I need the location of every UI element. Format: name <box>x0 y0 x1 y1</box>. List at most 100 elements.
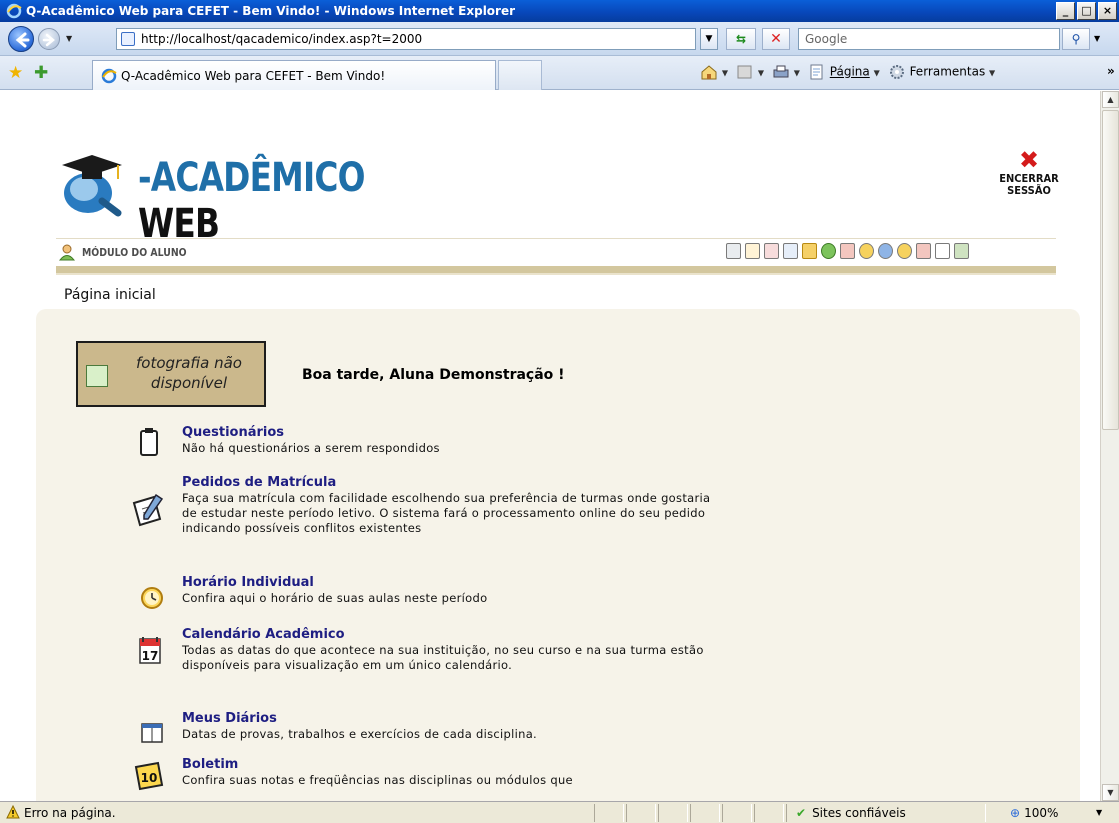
feeds-button[interactable]: ▼ <box>736 64 764 80</box>
tab-active[interactable]: Q-Acadêmico Web para CEFET - Bem Vindo! <box>92 60 496 90</box>
item-title[interactable]: Meus Diários <box>182 711 277 726</box>
header-divider-light <box>56 273 1056 275</box>
tools-icon[interactable] <box>954 243 969 259</box>
note-icon[interactable] <box>935 243 950 259</box>
item-title[interactable]: Questionários <box>182 425 284 440</box>
title-bar: Q-Acadêmico Web para CEFET - Bem Vindo! … <box>0 0 1119 22</box>
item-description: Não há questionários a serem respondidos <box>182 441 440 455</box>
status-segment <box>658 804 688 822</box>
security-zone-label: Sites confiáveis <box>812 806 906 820</box>
breadcrumb: Página inicial <box>64 287 156 303</box>
search-input[interactable]: Google <box>798 28 1060 50</box>
security-zone[interactable]: ✔ Sites confiáveis <box>796 806 906 820</box>
logout-button[interactable]: ✖ ENCERRAR SESSÃO <box>985 147 1073 217</box>
home-button[interactable]: ▼ <box>700 64 728 80</box>
module-bar: MÓDULO DO ALUNO <box>56 238 1056 264</box>
zoom-control[interactable]: ⊕ 100% <box>1010 806 1058 820</box>
status-message: Erro na página. <box>24 806 116 820</box>
minimize-button[interactable]: _ <box>1056 2 1075 20</box>
page-menu[interactable]: Página ▼ <box>808 64 880 80</box>
matricula-icon[interactable] <box>783 243 798 259</box>
refresh-icon[interactable] <box>821 243 836 259</box>
photo-text-line1: fotografia não <box>136 354 242 372</box>
page-menu-label: Página <box>829 64 870 79</box>
gear-icon <box>889 65 904 79</box>
logo-mascot-icon <box>62 155 122 217</box>
shield-icon[interactable] <box>878 243 893 259</box>
print-button[interactable]: ▼ <box>772 64 800 80</box>
close-button[interactable]: × <box>1098 2 1117 20</box>
module-quick-icons <box>726 243 969 259</box>
calendar2-icon[interactable] <box>916 243 931 259</box>
item-title[interactable]: Calendário Acadêmico <box>182 627 345 642</box>
grade-number-text: 10 <box>141 771 158 785</box>
zoom-dropdown-icon[interactable]: ▼ <box>1096 808 1102 817</box>
ie-tab-icon <box>101 68 117 84</box>
item-title[interactable]: Boletim <box>182 757 238 772</box>
scroll-thumb[interactable] <box>1102 110 1119 430</box>
status-segment <box>754 804 784 822</box>
item-title[interactable]: Pedidos de Matrícula <box>182 475 336 490</box>
close-x-icon: ✖ <box>1018 146 1040 174</box>
status-segment <box>594 804 624 822</box>
questionario-icon[interactable] <box>745 243 760 259</box>
feed-icon <box>737 65 752 79</box>
maximize-button[interactable]: □ <box>1077 2 1096 20</box>
window-title: Q-Acadêmico Web para CEFET - Bem Vindo! … <box>26 4 516 18</box>
page-menu-icon <box>810 64 823 80</box>
scroll-down-button[interactable]: ▼ <box>1102 784 1119 801</box>
diario-icon[interactable] <box>764 243 779 259</box>
calendar-day-text: 17 <box>142 649 159 663</box>
item-description: Confira suas notas e freqüências nas dis… <box>182 773 573 787</box>
status-segment <box>690 804 720 822</box>
back-button[interactable] <box>8 26 34 52</box>
item-title[interactable]: Horário Individual <box>182 575 314 590</box>
scroll-up-button[interactable]: ▲ <box>1102 91 1119 108</box>
photo-text-line2: disponível <box>150 374 228 392</box>
favorites-star-icon[interactable]: ★ <box>8 63 23 83</box>
clipboard-icon <box>140 428 158 456</box>
tab-toolbar: ★ ✚ Q-Acadêmico Web para CEFET - Bem Vin… <box>0 56 1119 90</box>
stop-button[interactable]: ✕ <box>762 28 790 50</box>
refresh-button[interactable]: ⇆ <box>726 28 756 50</box>
photo-placeholder-text: fotografia não disponível <box>114 353 264 393</box>
url-text: http://localhost/qacademico/index.asp?t=… <box>141 32 423 46</box>
grade-icon: 10 <box>134 761 164 791</box>
vertical-scrollbar[interactable]: ▲ ▼ <box>1100 91 1119 801</box>
zoom-level: 100% <box>1024 806 1059 820</box>
diary-icon <box>141 723 163 743</box>
new-tab-button[interactable] <box>498 60 542 90</box>
search-button[interactable]: ⚲ <box>1062 28 1090 50</box>
status-segment <box>722 804 752 822</box>
warning-icon[interactable] <box>6 805 20 819</box>
checkmark-icon: ✔ <box>796 806 807 820</box>
search-icon: ⚲ <box>1071 32 1081 46</box>
lock-icon[interactable] <box>802 243 817 259</box>
home-icon <box>701 65 717 80</box>
history-dropdown-icon[interactable]: ▼ <box>66 34 72 43</box>
app-logo: -ACADÊMICO WEB <box>52 143 432 247</box>
add-favorite-icon[interactable]: ✚ <box>34 63 48 83</box>
boletim-icon[interactable] <box>726 243 741 259</box>
logo-text-colored: -ACADÊMICO <box>138 155 366 201</box>
print-icon <box>773 65 789 78</box>
toolbar-overflow-chevron-icon[interactable]: » <box>1107 64 1115 78</box>
forward-arrow-icon <box>42 33 55 47</box>
header-divider <box>56 266 1056 273</box>
tab-label: Q-Acadêmico Web para CEFET - Bem Vindo! <box>121 69 386 83</box>
address-field[interactable]: http://localhost/qacademico/index.asp?t=… <box>116 28 696 50</box>
logo-wordmark: -ACADÊMICO WEB <box>138 155 379 247</box>
clock2-icon[interactable] <box>897 243 912 259</box>
user-placeholder-icon <box>86 365 108 387</box>
address-dropdown-button[interactable]: ▼ <box>700 28 718 50</box>
item-description: Todas as datas do que acontece na sua in… <box>182 643 704 672</box>
calendar-icon[interactable] <box>840 243 855 259</box>
command-bar: ▼ ▼ ▼ Página ▼ Ferramentas ▼ <box>700 64 995 80</box>
calendar-icon: 17 <box>139 637 161 664</box>
pen-paper-icon <box>132 493 164 527</box>
greeting: Boa tarde, Aluna Demonstração ! <box>302 367 565 383</box>
search-options-dropdown-icon[interactable]: ▼ <box>1094 34 1100 43</box>
clock-icon[interactable] <box>859 243 874 259</box>
forward-button[interactable] <box>38 28 60 50</box>
tools-menu[interactable]: Ferramentas ▼ <box>888 64 995 80</box>
